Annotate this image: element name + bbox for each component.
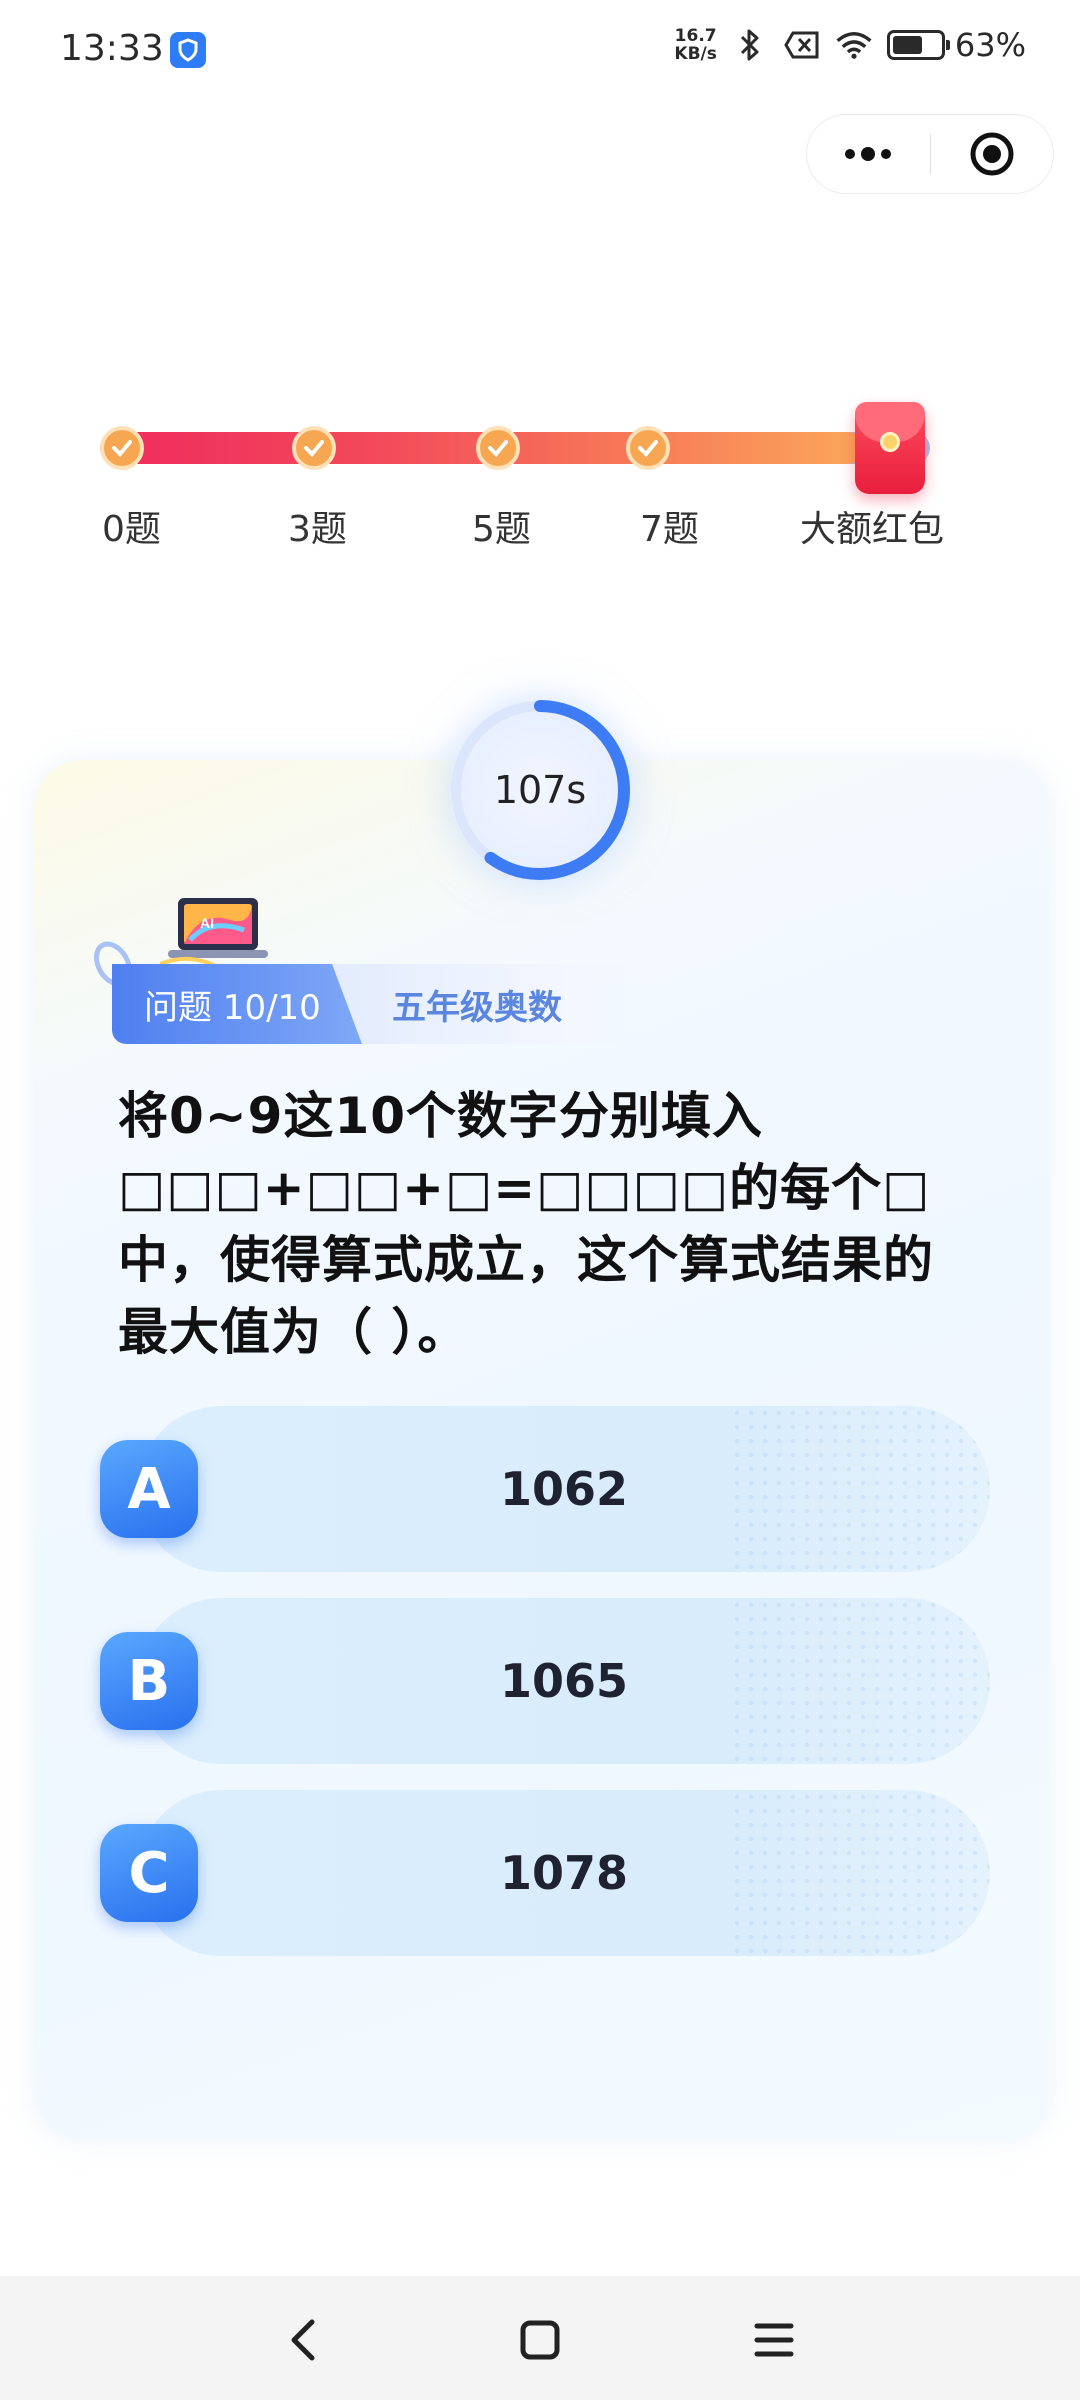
- question-number: 问题 10/10: [112, 964, 362, 1044]
- option-b[interactable]: 1065 B: [100, 1598, 990, 1764]
- status-bar: 13:33 16.7 KB/s 63%: [0, 0, 1080, 100]
- option-letter-badge: C: [100, 1824, 198, 1922]
- system-nav-bar: [0, 2276, 1080, 2400]
- question-text: 将0~9这10个数字分别填入□□□+□□+□=□□□□的每个□中，使得算式成立，…: [118, 1087, 934, 1361]
- sim-disabled-icon: [783, 26, 821, 64]
- net-speed: 16.7 KB/s: [674, 27, 716, 63]
- countdown-timer: 107s: [450, 700, 630, 880]
- menu-lines-icon: [754, 2323, 794, 2357]
- option-a[interactable]: 1062 A: [100, 1406, 990, 1572]
- option-value: 1062: [499, 1462, 629, 1516]
- wifi-icon: [835, 26, 873, 64]
- svg-text:AI: AI: [200, 915, 214, 931]
- milestone-check-icon: [100, 426, 144, 470]
- bluetooth-icon: [731, 26, 769, 64]
- red-envelope-icon[interactable]: [855, 402, 925, 494]
- battery-text: 63%: [954, 26, 1026, 64]
- home-button[interactable]: [512, 2312, 568, 2368]
- battery-icon: [886, 30, 950, 60]
- net-speed-unit: KB/s: [674, 44, 717, 64]
- more-dots-icon: [845, 147, 892, 161]
- home-square-icon: [520, 2320, 560, 2360]
- option-value: 1078: [499, 1846, 629, 1900]
- battery: 63%: [886, 26, 1026, 64]
- option-letter-badge: A: [100, 1440, 198, 1538]
- reward-label: 大额红包: [800, 509, 945, 550]
- battery-level: [892, 36, 922, 54]
- option-c[interactable]: 1078 C: [100, 1790, 990, 1956]
- back-button[interactable]: [276, 2312, 332, 2368]
- shield-app-icon: [170, 32, 206, 68]
- milestone-label: 3题: [288, 509, 347, 550]
- timer-text: 107s: [493, 768, 587, 812]
- envelope-seal: [880, 432, 900, 452]
- option-value: 1065: [499, 1654, 629, 1708]
- milestone-label: 0题: [102, 509, 161, 550]
- menu-button[interactable]: [746, 2312, 802, 2368]
- net-speed-value: 16.7: [674, 26, 717, 46]
- reward-progress: 0题 3题 5题 7题 大额红包: [0, 380, 1080, 560]
- question-category: 五年级奥数: [332, 964, 632, 1044]
- back-chevron-icon: [291, 2319, 315, 2361]
- status-time: 13:33: [60, 28, 164, 69]
- option-letter-badge: B: [100, 1632, 198, 1730]
- milestone-check-icon: [626, 426, 670, 470]
- milestone-check-icon: [476, 426, 520, 470]
- milestone-check-icon: [292, 426, 336, 470]
- ai-laptop-sticker-icon: AI: [160, 898, 268, 970]
- milestone-label: 5题: [472, 509, 531, 550]
- more-button[interactable]: [807, 114, 930, 194]
- mini-program-capsule: [806, 114, 1054, 194]
- close-target-icon: [970, 132, 1014, 176]
- close-button[interactable]: [930, 114, 1053, 194]
- question-header: 五年级奥数 问题 10/10: [112, 964, 632, 1044]
- status-icons: 16.7 KB/s 63%: [674, 26, 1026, 64]
- milestone-label: 7题: [640, 509, 699, 550]
